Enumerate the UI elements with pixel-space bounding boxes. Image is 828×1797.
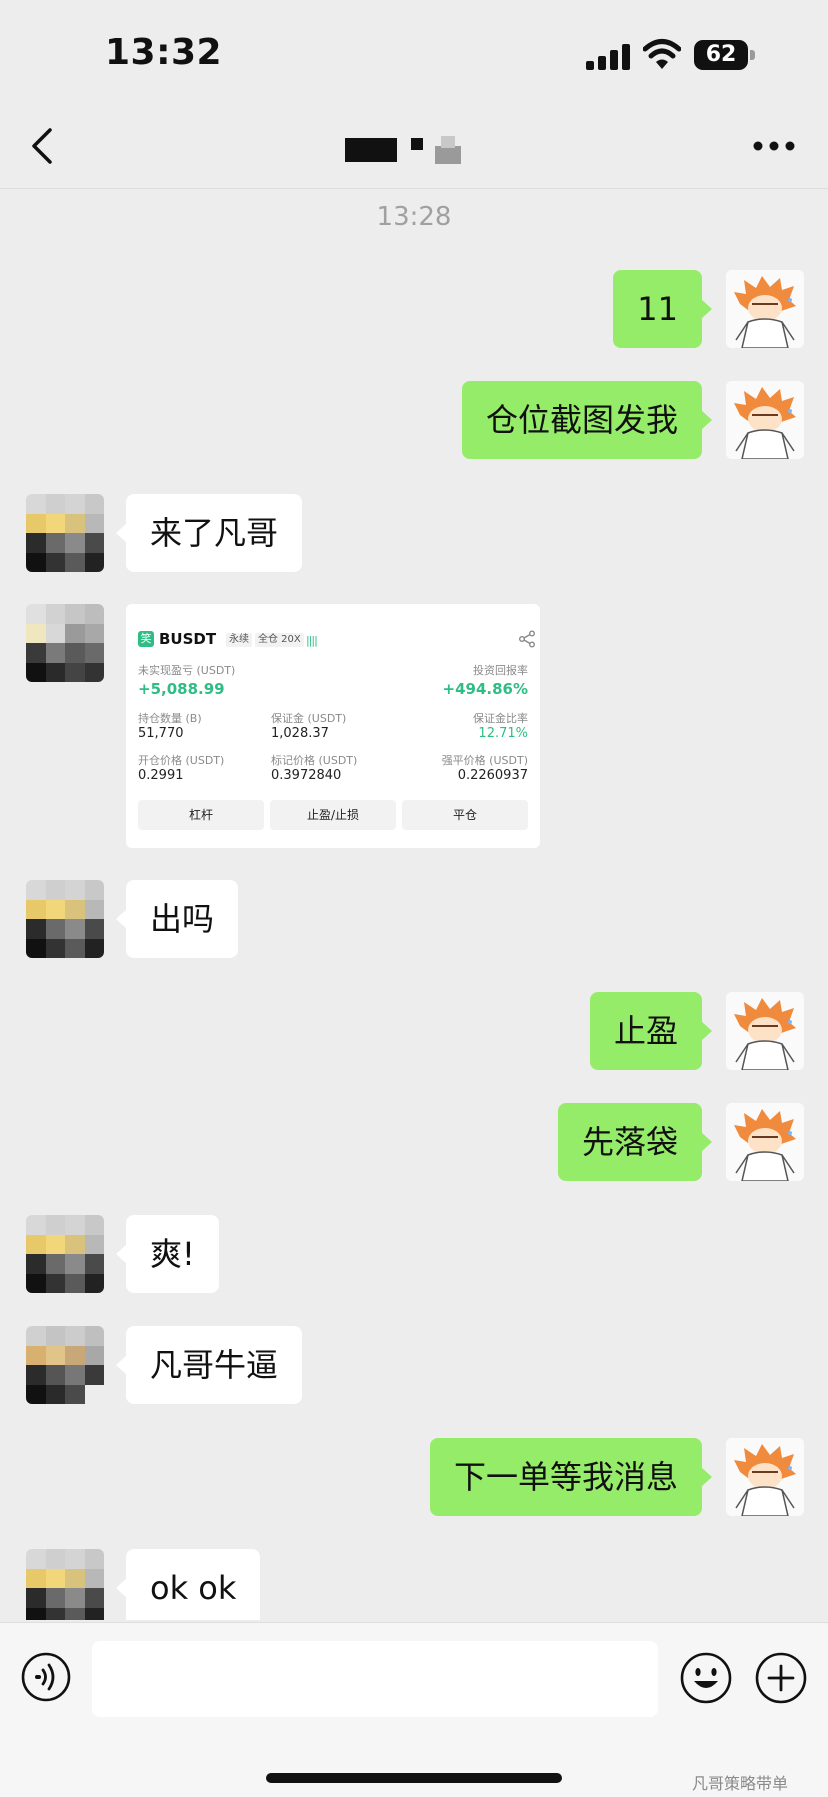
contact-avatar[interactable] [26, 1326, 104, 1404]
liquidation-price-value: 0.2260937 [457, 768, 528, 783]
my-avatar[interactable] [726, 381, 804, 459]
liquidation-price-label: 强平价格 (USDT) [441, 754, 528, 767]
received-message-bubble[interactable]: 凡哥牛逼 [115, 1326, 303, 1404]
anime-avatar-icon [726, 992, 804, 1070]
chat-history[interactable]: 13:28 11 仓位截图发我 来了凡哥 笑 BUSDT 永续 全仓 20X |… [0, 190, 828, 1620]
watermark-text: 凡哥策略带单 [692, 1774, 789, 1793]
battery-indicator: 62 [694, 40, 756, 70]
margin-ratio-label: 保证金比率 [473, 712, 528, 725]
card-header: 笑 BUSDT 永续 全仓 20X |||| [138, 630, 535, 650]
anime-avatar-icon [726, 270, 804, 348]
my-avatar[interactable] [726, 992, 804, 1070]
sent-message-bubble[interactable]: 先落袋 [557, 1103, 713, 1181]
my-avatar[interactable] [726, 270, 804, 348]
margin-mode-tag: 全仓 20X [255, 633, 304, 647]
roi-value: +494.86% [442, 680, 528, 698]
margin-value: 1,028.37 [271, 726, 329, 741]
message-input[interactable] [92, 1641, 658, 1717]
status-time: 13:32 [105, 32, 223, 73]
wifi-icon [643, 39, 681, 69]
back-arrow-icon[interactable] [26, 126, 56, 166]
cellular-signal-icon [586, 44, 630, 70]
contact-avatar[interactable] [26, 494, 104, 572]
message-timestamp: 13:28 [376, 202, 452, 232]
mark-price-label: 标记价格 (USDT) [271, 754, 358, 767]
home-indicator[interactable] [266, 1773, 562, 1783]
voice-input-icon[interactable] [20, 1651, 72, 1703]
unrealized-pnl-value: +5,088.99 [138, 680, 225, 698]
received-message-bubble[interactable]: 来了凡哥 [115, 494, 303, 572]
my-avatar[interactable] [726, 1103, 804, 1181]
unrealized-pnl-label: 未实现盈亏 (USDT) [138, 664, 236, 677]
received-message-bubble[interactable]: ok ok [115, 1549, 261, 1620]
contact-avatar[interactable] [26, 880, 104, 958]
roi-label: 投资回报率 [473, 664, 528, 677]
size-value: 51,770 [138, 726, 184, 741]
contact-avatar[interactable] [26, 1549, 104, 1620]
entry-price-value: 0.2991 [138, 768, 184, 783]
sent-message-bubble[interactable]: 止盈 [589, 992, 713, 1070]
anime-avatar-icon [726, 1103, 804, 1181]
anime-avatar-icon [726, 1438, 804, 1516]
coin-logo-icon: 笑 [138, 631, 154, 647]
sent-message-bubble[interactable]: 11 [613, 270, 712, 348]
anime-avatar-icon [726, 381, 804, 459]
tpsl-button: 止盈/止损 [270, 800, 396, 830]
sent-message-bubble[interactable]: 仓位截图发我 [461, 381, 713, 459]
entry-price-label: 开仓价格 (USDT) [138, 754, 225, 767]
close-position-button: 平仓 [402, 800, 528, 830]
sent-message-bubble[interactable]: 下一单等我消息 [429, 1438, 713, 1516]
size-label: 持仓数量 (B) [138, 712, 202, 725]
nav-bar [0, 110, 828, 189]
emoji-icon[interactable] [679, 1651, 733, 1705]
margin-label: 保证金 (USDT) [271, 712, 347, 725]
share-icon [519, 630, 535, 648]
position-screenshot-image[interactable]: 笑 BUSDT 永续 全仓 20X |||| 未实现盈亏 (USDT) +5,0… [126, 604, 540, 848]
status-bar: 13:32 62 [0, 0, 828, 110]
contact-avatar[interactable] [26, 604, 104, 682]
contact-name-redacted [345, 136, 465, 166]
battery-cap [750, 50, 755, 60]
mark-price-value: 0.3972840 [271, 768, 342, 783]
received-message-bubble[interactable]: 出吗 [115, 880, 239, 958]
strength-bars-icon: |||| [306, 634, 318, 647]
trading-symbol: BUSDT [159, 630, 217, 648]
more-options-icon[interactable] [752, 140, 796, 152]
received-message-bubble[interactable]: 爽! [116, 1215, 219, 1293]
add-attachment-icon[interactable] [754, 1651, 808, 1705]
battery-level: 62 [694, 40, 748, 70]
contract-type-tag: 永续 [226, 633, 252, 647]
my-avatar[interactable] [726, 1438, 804, 1516]
leverage-button: 杠杆 [138, 800, 264, 830]
margin-ratio-value: 12.71% [478, 726, 528, 741]
contact-avatar[interactable] [26, 1215, 104, 1293]
